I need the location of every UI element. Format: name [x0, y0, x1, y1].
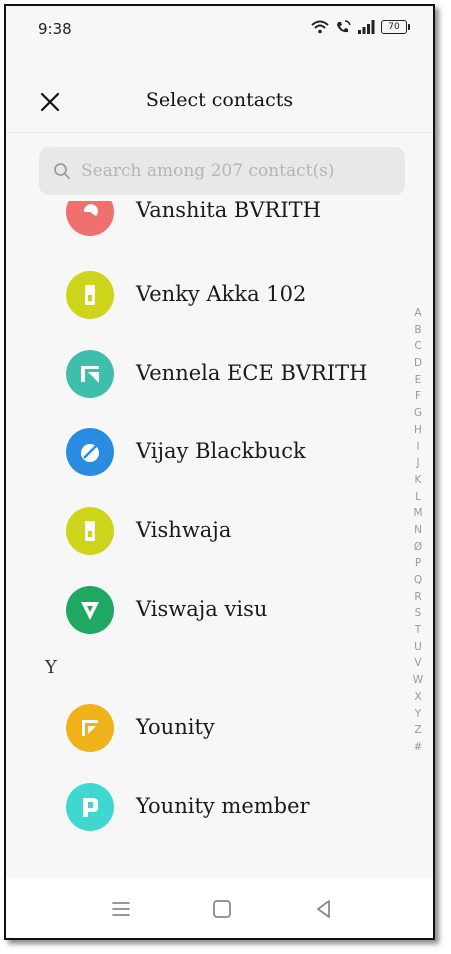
contact-avatar-icon [81, 366, 99, 383]
contact-row[interactable]: Vanshita BVRITH [6, 201, 406, 251]
index-letter[interactable]: J [416, 455, 419, 472]
signal-icon [358, 20, 375, 34]
battery-icon: 70 [381, 20, 410, 34]
contact-avatar [66, 428, 114, 476]
index-letter[interactable]: K [415, 472, 422, 489]
contact-list[interactable]: Vanshita BVRITH Venky Akka 102 Vennela E… [6, 201, 433, 871]
contact-row[interactable]: Vennela ECE BVRITH [6, 335, 406, 413]
index-letter[interactable]: L [415, 489, 421, 506]
contact-avatar [66, 201, 114, 236]
menu-icon[interactable] [110, 898, 132, 920]
index-letter[interactable]: N [414, 522, 422, 539]
contact-avatar [66, 586, 114, 634]
index-letter[interactable]: G [414, 405, 422, 422]
contact-avatar [66, 507, 114, 555]
index-letter[interactable]: C [414, 338, 421, 355]
contact-avatar-icon [81, 602, 99, 620]
contact-avatar [66, 783, 114, 831]
contact-row[interactable]: Younity [6, 689, 406, 767]
index-letter[interactable]: S [415, 605, 422, 622]
index-letter[interactable]: F [415, 388, 421, 405]
contact-avatar [66, 271, 114, 319]
phone-frame: 9:38 70 Select contacts Search among 207… [4, 4, 435, 940]
contact-name: Younity member [136, 794, 310, 818]
search-icon [54, 163, 70, 179]
index-letter[interactable]: V [414, 655, 421, 672]
page-title: Select contacts [145, 89, 294, 111]
navigation-bar [6, 878, 433, 938]
contact-avatar-icon [85, 521, 95, 541]
search-bar[interactable] [39, 147, 405, 195]
index-letter[interactable]: W [413, 672, 423, 689]
search-input[interactable] [79, 160, 383, 182]
contact-row[interactable]: Viswaja visu [6, 571, 406, 649]
index-letter[interactable]: D [414, 355, 422, 372]
contact-name: Viswaja visu [136, 597, 268, 621]
header: Select contacts [6, 72, 433, 132]
index-letter[interactable]: Q [414, 572, 422, 589]
contact-name: Vijay Blackbuck [136, 439, 306, 463]
index-letter[interactable]: X [414, 689, 421, 706]
contact-name: Younity [136, 715, 215, 739]
index-letter[interactable]: # [414, 739, 423, 756]
header-divider [6, 132, 433, 133]
contact-row[interactable]: Vijay Blackbuck [6, 413, 406, 491]
back-icon[interactable] [313, 898, 335, 920]
contact-avatar-icon [83, 204, 98, 216]
index-letter[interactable]: U [414, 639, 422, 656]
index-letter[interactable]: I [416, 439, 419, 456]
wifi-calling-icon [337, 20, 351, 33]
contact-name: Venky Akka 102 [136, 282, 307, 306]
contact-avatar-icon [85, 285, 95, 305]
index-letter[interactable]: H [414, 422, 422, 439]
index-letter[interactable]: Ø [414, 539, 422, 556]
section-header-y: Y [45, 657, 57, 678]
index-letter[interactable]: M [413, 505, 422, 522]
contact-avatar-icon [83, 798, 98, 817]
contact-avatar [66, 704, 114, 752]
home-icon[interactable] [211, 898, 233, 920]
index-letter[interactable]: R [414, 589, 421, 606]
status-icons: 70 [311, 20, 410, 34]
contact-row[interactable]: Vishwaja [6, 492, 406, 570]
index-letter[interactable]: Z [414, 722, 421, 739]
index-letter[interactable]: Y [415, 706, 421, 723]
index-letter[interactable]: B [414, 322, 421, 339]
index-letter[interactable]: E [415, 372, 422, 389]
alphabet-index[interactable]: A B C D E F G H I J K L M N Ø P Q R S T … [411, 305, 425, 756]
contact-avatar [66, 350, 114, 398]
contact-name: Vanshita BVRITH [136, 201, 321, 222]
contact-name: Vennela ECE BVRITH [136, 361, 368, 385]
contact-row[interactable]: Younity member [6, 768, 406, 846]
index-letter[interactable]: T [415, 622, 421, 639]
contact-avatar-icon [82, 720, 98, 736]
index-letter[interactable]: P [415, 555, 421, 572]
contact-name: Vishwaja [136, 518, 232, 542]
status-bar: 9:38 70 [6, 6, 433, 52]
contact-avatar-icon [81, 444, 99, 462]
wifi-icon [311, 20, 329, 34]
contact-row[interactable]: Venky Akka 102 [6, 256, 406, 334]
index-letter[interactable]: A [414, 305, 421, 322]
status-time: 9:38 [38, 20, 72, 38]
